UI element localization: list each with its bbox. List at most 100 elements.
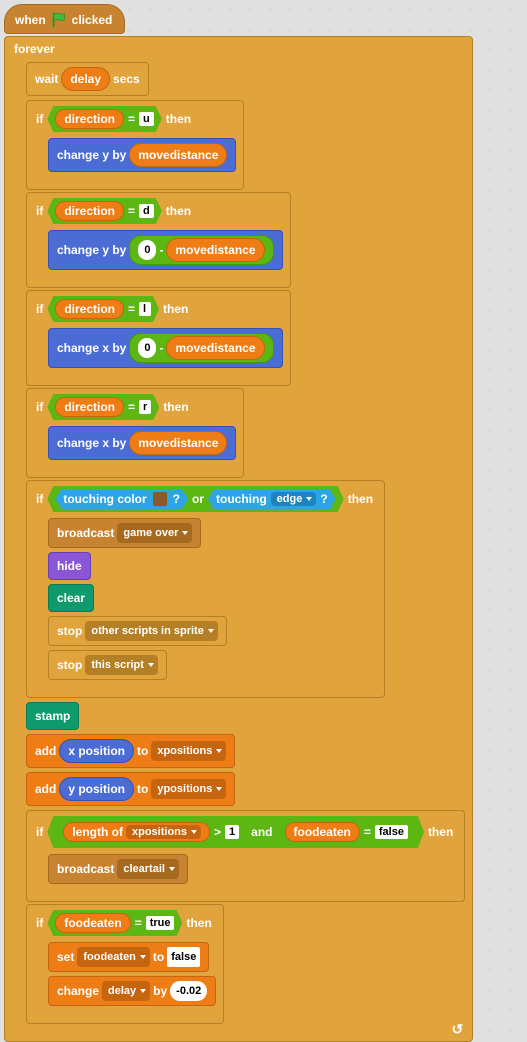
gt-label: > [214,825,221,839]
qmark: ? [320,492,327,506]
if-label: if [36,916,43,930]
wait-label: wait [35,70,58,88]
r-field[interactable]: r [139,400,151,414]
then-label: then [166,204,191,218]
xpos-reporter[interactable]: x position [59,739,134,763]
color-swatch[interactable] [153,492,167,506]
if-label: if [36,204,43,218]
hat-when: when [15,13,46,27]
false-field[interactable]: false [375,825,408,839]
hat-when-flag-clicked[interactable]: when clicked [4,4,125,34]
forever-label: forever [14,42,55,56]
foodeaten-var[interactable]: foodeaten [285,822,360,842]
change-y-neg-movedist[interactable]: change y by 0 - movedistance [48,230,283,270]
eq-d[interactable]: direction = d [47,198,161,224]
and-op[interactable]: length of xpositions > 1 and foodeaten =… [47,816,424,848]
if-collision[interactable]: if touching color ? or touching edge ? t… [26,480,385,698]
stamp-block[interactable]: stamp [26,702,79,730]
movedist-var[interactable]: movedistance [129,431,227,455]
if-direction-l[interactable]: if direction = l then change x by 0 - mo… [26,290,291,386]
green-flag-icon [50,11,68,29]
delay-dropdown[interactable]: delay [102,981,150,1001]
eq-u[interactable]: direction = u [47,106,161,132]
clear-label: clear [57,589,85,607]
xpositions-dropdown[interactable]: xpositions [126,825,201,839]
eq-r[interactable]: direction = r [47,394,159,420]
qmark: ? [173,492,180,506]
movedist-var[interactable]: movedistance [166,238,264,262]
add-label: add [35,742,56,760]
neg002-field[interactable]: -0.02 [170,981,207,1001]
hide-label: hide [57,557,82,575]
if-direction-d[interactable]: if direction = d then change y by 0 - mo… [26,192,291,288]
true-field[interactable]: true [146,916,175,930]
wait-block[interactable]: wait delay secs [26,62,149,96]
if-direction-u[interactable]: if direction = u then change y by movedi… [26,100,244,190]
change-x-movedist[interactable]: change x by movedistance [48,426,236,460]
ypos-reporter[interactable]: y position [59,777,134,801]
to-label: to [137,780,148,798]
stop-other-dropdown[interactable]: other scripts in sprite [85,621,217,641]
if-direction-r[interactable]: if direction = r then change x by movedi… [26,388,244,478]
movedist-var[interactable]: movedistance [129,143,227,167]
ypositions-dropdown[interactable]: ypositions [151,779,226,799]
set-foodeaten[interactable]: set foodeaten to false [48,942,209,972]
subtract-op[interactable]: 0 - movedistance [129,235,273,265]
broadcast-cleartail[interactable]: broadcast cleartail [48,854,188,884]
forever-block[interactable]: forever wait delay secs if direction = u… [4,36,473,1042]
touching-color[interactable]: touching color ? [55,489,188,509]
change-y-label: change y by [57,146,126,164]
movedist-var[interactable]: movedistance [166,336,264,360]
direction-var[interactable]: direction [55,299,124,319]
add-xpos[interactable]: add x position to xpositions [26,734,235,768]
zero-field[interactable]: 0 [138,338,156,358]
false-field[interactable]: false [167,947,200,967]
foodeaten-var[interactable]: foodeaten [55,913,130,933]
broadcast-label: broadcast [57,860,114,878]
d-field[interactable]: d [139,204,154,218]
cleartail-dropdown[interactable]: cleartail [117,859,179,879]
clear-block[interactable]: clear [48,584,94,612]
gameover-dropdown[interactable]: game over [117,523,192,543]
change-x-neg-movedist[interactable]: change x by 0 - movedistance [48,328,283,368]
xpositions-dropdown[interactable]: xpositions [151,741,226,761]
direction-var[interactable]: direction [55,201,124,221]
secs-label: secs [113,70,140,88]
length-of[interactable]: length of xpositions [63,822,210,842]
if-label: if [36,400,43,414]
to-label: to [153,948,164,966]
eq-foodeaten-true[interactable]: foodeaten = true [47,910,182,936]
touching-edge[interactable]: touching edge ? [208,489,336,509]
l-field[interactable]: l [139,302,151,316]
foodeaten-dropdown[interactable]: foodeaten [77,947,150,967]
edge-dropdown[interactable]: edge [271,492,317,506]
hide-block[interactable]: hide [48,552,91,580]
change-x-label: change x by [57,434,126,452]
or-op[interactable]: touching color ? or touching edge ? [47,486,343,512]
stop-other[interactable]: stop other scripts in sprite [48,616,227,646]
one-field[interactable]: 1 [225,825,239,839]
if-foodeaten-true[interactable]: if foodeaten = true then set foodeaten t… [26,904,224,1024]
gt-op[interactable]: length of xpositions > 1 [55,819,247,845]
if-cleartail[interactable]: if length of xpositions > 1 and foodeate… [26,810,465,902]
to-label: to [137,742,148,760]
direction-var[interactable]: direction [55,109,124,129]
stop-this-dropdown[interactable]: this script [85,655,158,675]
eq-l[interactable]: direction = l [47,296,159,322]
add-ypos[interactable]: add y position to ypositions [26,772,235,806]
zero-field[interactable]: 0 [138,240,156,260]
broadcast-gameover[interactable]: broadcast game over [48,518,201,548]
change-delay[interactable]: change delay by -0.02 [48,976,216,1006]
eq-foodeaten-false[interactable]: foodeaten = false [277,819,416,845]
direction-var[interactable]: direction [55,397,124,417]
delay-var[interactable]: delay [61,67,110,91]
u-field[interactable]: u [139,112,154,126]
broadcast-label: broadcast [57,524,114,542]
minus-op: - [159,241,163,259]
then-label: then [166,112,191,126]
or-label: or [192,492,204,506]
if-label: if [36,112,43,126]
stop-this[interactable]: stop this script [48,650,167,680]
subtract-op[interactable]: 0 - movedistance [129,333,273,363]
change-y-movedist[interactable]: change y by movedistance [48,138,236,172]
